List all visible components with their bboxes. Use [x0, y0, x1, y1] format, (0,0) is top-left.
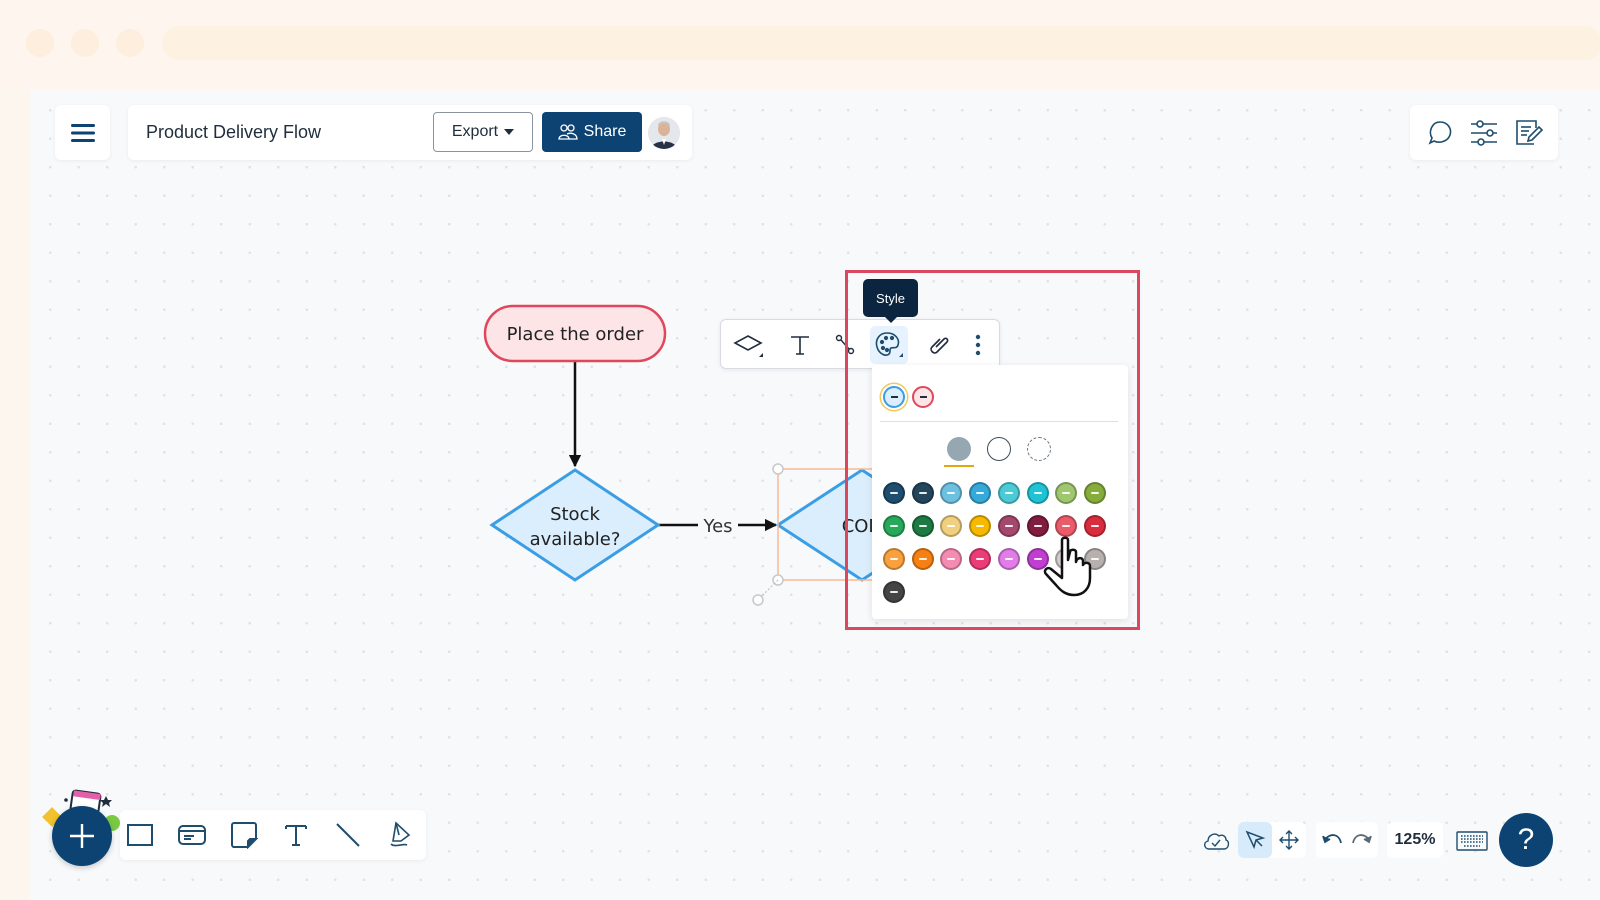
color-swatch[interactable]	[1026, 482, 1049, 504]
text-tool[interactable]	[278, 817, 314, 853]
preset-swatch-red[interactable]	[912, 386, 934, 408]
diamond-icon	[733, 335, 763, 357]
pen-icon	[390, 821, 411, 847]
plus-icon	[70, 824, 94, 848]
rectangle-icon	[127, 824, 153, 846]
color-swatch[interactable]	[1083, 482, 1106, 504]
color-swatch[interactable]	[997, 548, 1020, 570]
color-swatch[interactable]	[1026, 515, 1049, 537]
line-icon	[336, 823, 360, 847]
more-options-button[interactable]	[959, 326, 997, 364]
pointer-icon	[1245, 830, 1266, 850]
color-swatch[interactable]	[969, 482, 992, 504]
palette-icon	[875, 332, 903, 357]
shape-type-button[interactable]	[731, 326, 769, 364]
help-button[interactable]: ?	[1499, 813, 1553, 867]
color-swatch[interactable]	[911, 482, 934, 504]
text-icon	[791, 336, 809, 355]
fill-solid-option[interactable]	[947, 437, 971, 461]
node-stock-label-line1: Stock	[550, 504, 600, 525]
canvas-mode-group	[1238, 822, 1306, 858]
keyboard-shortcuts-button[interactable]	[1455, 826, 1489, 856]
sticky-note-tool[interactable]	[226, 817, 262, 853]
color-swatch[interactable]	[911, 515, 934, 537]
text-button[interactable]	[781, 326, 819, 364]
shape-tools-toolbar	[120, 810, 426, 860]
card-icon	[178, 825, 206, 845]
style-button[interactable]	[870, 326, 908, 364]
keyboard-icon	[1456, 831, 1488, 851]
rotate-handle[interactable]	[752, 594, 764, 606]
text-icon	[285, 825, 307, 846]
connector-icon	[835, 334, 855, 355]
history-group	[1316, 822, 1378, 858]
move-icon	[1279, 830, 1299, 850]
color-swatch[interactable]	[911, 548, 934, 570]
connector-button[interactable]	[826, 326, 864, 364]
color-swatch[interactable]	[997, 515, 1020, 537]
cloud-save-status[interactable]	[1200, 824, 1232, 856]
hand-pointer-cursor	[1043, 536, 1092, 597]
color-swatch[interactable]	[883, 482, 905, 504]
node-stock-label-line2: available?	[530, 529, 621, 550]
color-swatch[interactable]	[1083, 515, 1106, 537]
color-swatch[interactable]	[940, 515, 963, 537]
divider	[880, 421, 1118, 422]
add-button[interactable]	[52, 806, 112, 866]
redo-icon	[1352, 834, 1372, 844]
resize-handle[interactable]	[772, 463, 784, 475]
link-icon	[930, 337, 949, 354]
pan-mode-button[interactable]	[1272, 822, 1306, 858]
style-tooltip: Style	[863, 279, 918, 323]
zoom-level[interactable]: 125%	[1387, 822, 1443, 858]
undo-button[interactable]	[1318, 822, 1346, 858]
card-tool[interactable]	[174, 817, 210, 853]
node-place-order-label: Place the order	[507, 324, 644, 345]
more-vertical-icon	[975, 334, 981, 356]
color-swatch[interactable]	[1055, 515, 1078, 537]
node-stock-available[interactable]: Stock available?	[489, 468, 661, 582]
redo-button[interactable]	[1348, 822, 1376, 858]
selected-indicator	[944, 465, 974, 467]
color-swatch[interactable]	[940, 482, 963, 504]
link-button[interactable]	[919, 326, 957, 364]
color-swatch[interactable]	[883, 581, 905, 603]
cloud-check-icon	[1204, 833, 1230, 850]
fill-none-option[interactable]	[1027, 437, 1051, 461]
flowchart: Yes Place the order Stock available? COD	[483, 304, 959, 606]
rectangle-tool[interactable]	[122, 817, 158, 853]
select-mode-button[interactable]	[1238, 822, 1272, 858]
color-swatch[interactable]	[997, 482, 1020, 504]
preset-swatch-blue[interactable]	[883, 386, 905, 408]
color-swatch[interactable]	[883, 515, 905, 537]
color-swatch[interactable]	[940, 548, 963, 570]
line-tool[interactable]	[330, 817, 366, 853]
color-swatch[interactable]	[969, 548, 992, 570]
pen-tool[interactable]	[382, 817, 418, 853]
sticky-note-icon	[231, 822, 258, 849]
undo-icon	[1322, 834, 1342, 844]
color-swatch[interactable]	[1055, 482, 1078, 504]
node-place-order[interactable]: Place the order	[483, 304, 667, 363]
color-swatch[interactable]	[883, 548, 905, 570]
fill-outline-option[interactable]	[987, 437, 1011, 461]
edge-label-yes[interactable]: Yes	[702, 516, 732, 537]
color-swatch[interactable]	[969, 515, 992, 537]
shape-context-toolbar	[720, 319, 1000, 369]
